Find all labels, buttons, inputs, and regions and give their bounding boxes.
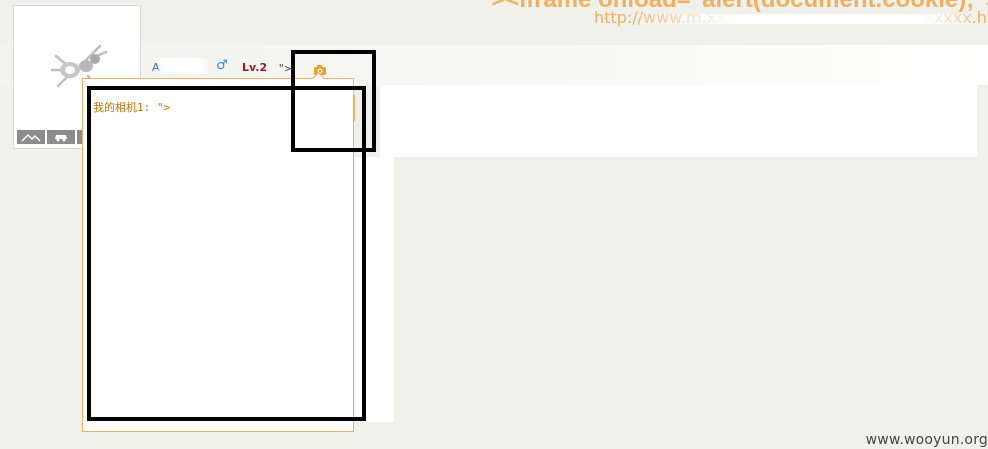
profile-suffix-text: "> — [278, 62, 292, 75]
highlight-box-popup — [87, 86, 366, 421]
photo-album-icon[interactable] — [17, 130, 45, 144]
content-area — [380, 85, 977, 157]
watermark: www.wooyun.org — [865, 432, 988, 448]
nickname-redaction-mask — [158, 58, 208, 74]
car-icon[interactable] — [47, 130, 75, 144]
avatar-toolbar — [17, 130, 83, 144]
gender-male-icon: ♂ — [216, 58, 228, 73]
level-badge: Lv.2 — [242, 61, 268, 74]
url-redaction-mask — [640, 14, 970, 24]
